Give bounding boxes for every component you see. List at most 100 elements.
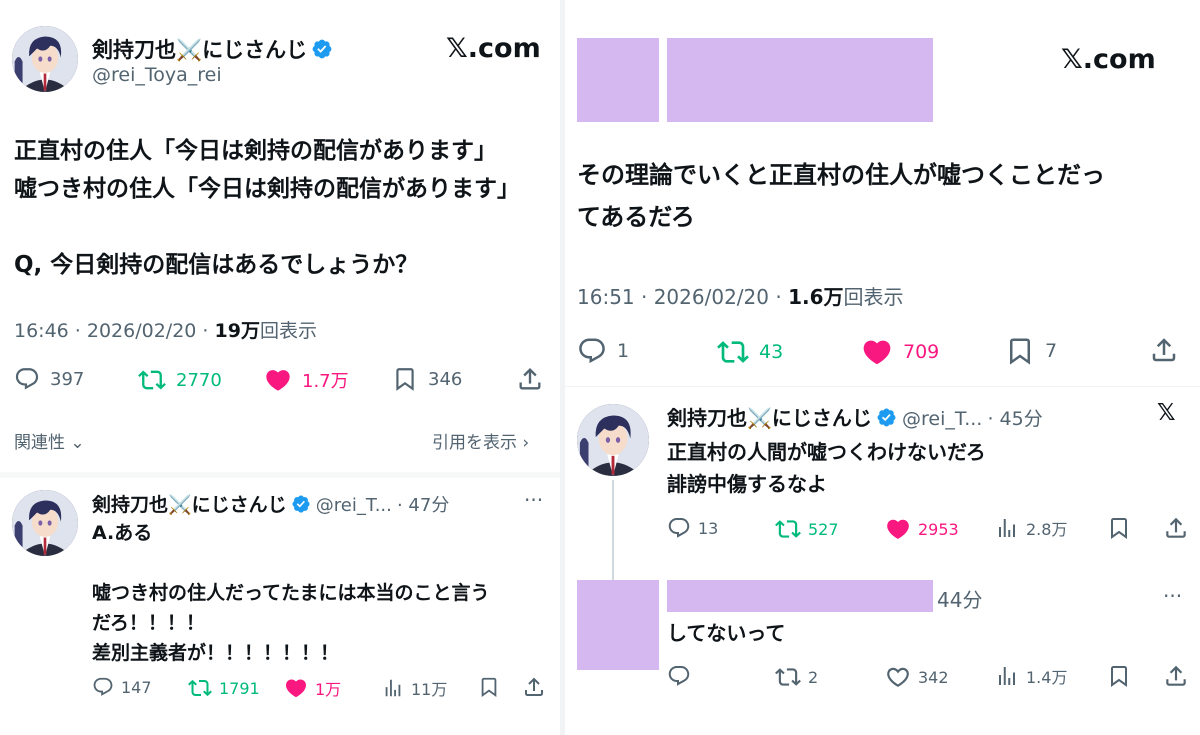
- thread-line: [612, 480, 614, 580]
- view-label: 回表示: [259, 320, 317, 342]
- reply-author-handle[interactable]: @rei_T...: [316, 495, 392, 516]
- reply-count: 1: [617, 340, 630, 362]
- reply-time[interactable]: · 45分: [987, 408, 1042, 430]
- retweet-button[interactable]: 2: [775, 664, 818, 690]
- reply-author-name[interactable]: 剣持刀也⚔️にじさんじ: [667, 406, 872, 430]
- retweet-icon: [775, 516, 801, 542]
- reply-icon: [14, 366, 40, 392]
- redacted-name: [667, 580, 933, 612]
- bookmark-button[interactable]: [1107, 516, 1131, 540]
- like-count: 709: [903, 341, 940, 363]
- like-button[interactable]: 1.7万: [264, 366, 349, 394]
- reply-button[interactable]: 1: [577, 336, 629, 366]
- tweet-text: その理論でいくと正直村の住人が嘘つくことだっ てあるだろ: [577, 154, 1105, 238]
- views-button[interactable]: 2.8万: [995, 516, 1067, 540]
- views-button[interactable]: 1.4万: [995, 664, 1067, 688]
- share-icon: [516, 365, 544, 393]
- view-quotes-label: 引用を表示: [432, 433, 517, 453]
- reply-author-handle[interactable]: @rei_T...: [902, 408, 982, 430]
- verified-badge-icon: [291, 494, 311, 514]
- like-button[interactable]: 1万: [284, 676, 341, 700]
- reply-text: A.ある 嘘つき村の住人だってたまには本当のこと言う だろ！！！！ 差別主義者が…: [92, 518, 489, 668]
- retweet-icon: [775, 664, 801, 690]
- share-button[interactable]: [1163, 515, 1189, 541]
- reply-button[interactable]: 13: [667, 516, 718, 540]
- avatar-image: [12, 26, 78, 92]
- bookmark-count: 346: [428, 368, 463, 390]
- like-filled-icon: [264, 366, 292, 394]
- views-count: 11万: [411, 680, 448, 699]
- more-options-icon[interactable]: ···: [524, 488, 543, 512]
- retweet-icon: [138, 366, 166, 394]
- bookmark-icon: [478, 676, 500, 698]
- views-count: 1.4万: [1026, 668, 1068, 687]
- views-button[interactable]: 11万: [382, 676, 447, 700]
- tweet-timestamp[interactable]: 16:51 · 2026/02/20 ·: [577, 285, 788, 309]
- reply-count: 147: [121, 677, 152, 697]
- chevron-down-icon: ⌄: [70, 433, 85, 453]
- retweet-button[interactable]: 43: [717, 336, 783, 368]
- more-options-icon[interactable]: ···: [1163, 584, 1182, 608]
- retweet-count: 2: [808, 667, 819, 687]
- bookmark-button[interactable]: 346: [392, 366, 462, 392]
- share-button[interactable]: [1149, 335, 1179, 365]
- share-button[interactable]: [1163, 663, 1189, 689]
- reply-button[interactable]: 147: [92, 676, 152, 698]
- bookmark-icon: [1107, 664, 1131, 688]
- author-avatar[interactable]: [12, 26, 78, 92]
- share-button[interactable]: [516, 365, 544, 393]
- like-button[interactable]: 2953: [885, 516, 959, 542]
- view-count: 1.6万: [788, 285, 844, 309]
- reply-icon: [92, 676, 114, 698]
- share-button[interactable]: [522, 675, 546, 699]
- like-filled-icon: [885, 516, 911, 542]
- like-count: 1万: [315, 680, 342, 699]
- retweet-button[interactable]: 2770: [138, 366, 222, 394]
- author-name-row[interactable]: 剣持刀也⚔️にじさんじ: [92, 34, 333, 64]
- reply-text-line: 差別主義者が！！！！！！！: [92, 642, 340, 664]
- reply-text: 正直村の人間が嘘つくわけないだろ 誹謗中傷するなよ: [667, 436, 986, 500]
- view-quotes-link[interactable]: 引用を表示 ›: [432, 428, 529, 453]
- retweet-icon: [188, 676, 212, 700]
- bookmark-button[interactable]: [1107, 664, 1131, 688]
- reply-button[interactable]: [667, 664, 691, 688]
- verified-badge-icon: [311, 38, 333, 60]
- tweet-text: 正直村の住人「今日は剣持の配信があります」 嘘つき村の住人「今日は剣持の配信があ…: [14, 132, 520, 284]
- right-screenshot: 𝕏.com その理論でいくと正直村の住人が嘘つくことだっ てあるだろ 16:51…: [565, 0, 1200, 735]
- share-icon: [1163, 663, 1189, 689]
- bookmark-button[interactable]: 7: [1005, 336, 1057, 366]
- sort-relevance-button[interactable]: 関連性 ⌄: [14, 428, 85, 453]
- like-button[interactable]: 342: [885, 664, 949, 690]
- like-button[interactable]: 709: [861, 336, 939, 368]
- redacted-avatar: [577, 38, 659, 122]
- avatar-image: [577, 404, 649, 476]
- retweet-count: 2770: [176, 369, 222, 391]
- tweet-text-line: 嘘つき村の住人「今日は剣持の配信があります」: [14, 176, 520, 202]
- author-handle[interactable]: @rei_Toya_rei: [92, 64, 222, 86]
- reply-time[interactable]: 44分: [937, 584, 982, 613]
- reply-time[interactable]: · 47分: [397, 495, 449, 516]
- tweet-text-line: Q, 今日剣持の配信はあるでしょうか？: [14, 252, 419, 278]
- reply-text-line: A.ある: [92, 522, 153, 544]
- view-count: 19万: [214, 320, 260, 342]
- tweet-timestamp[interactable]: 16:46 · 2026/02/20 ·: [14, 320, 215, 342]
- redacted-name: [667, 38, 933, 122]
- verified-badge-icon: [876, 407, 897, 428]
- section-divider: [0, 472, 560, 478]
- like-filled-icon: [861, 336, 893, 368]
- sort-label: 関連性: [14, 433, 65, 453]
- like-count: 2953: [918, 519, 959, 539]
- views-count: 2.8万: [1026, 520, 1068, 539]
- reply-author-name[interactable]: 剣持刀也⚔️にじさんじ: [92, 494, 287, 516]
- reply-button[interactable]: 397: [14, 366, 84, 392]
- reply-author-avatar[interactable]: [12, 490, 78, 556]
- x-logo: 𝕏.com: [1061, 44, 1156, 75]
- reply-icon: [577, 336, 607, 366]
- bookmark-button[interactable]: [478, 676, 500, 698]
- reply-author-avatar[interactable]: [577, 404, 649, 476]
- like-count: 342: [918, 667, 949, 687]
- retweet-button[interactable]: 1791: [188, 676, 260, 700]
- retweet-button[interactable]: 527: [775, 516, 839, 542]
- like-count: 1.7万: [302, 371, 349, 392]
- author-name[interactable]: 剣持刀也⚔️にじさんじ: [92, 38, 307, 62]
